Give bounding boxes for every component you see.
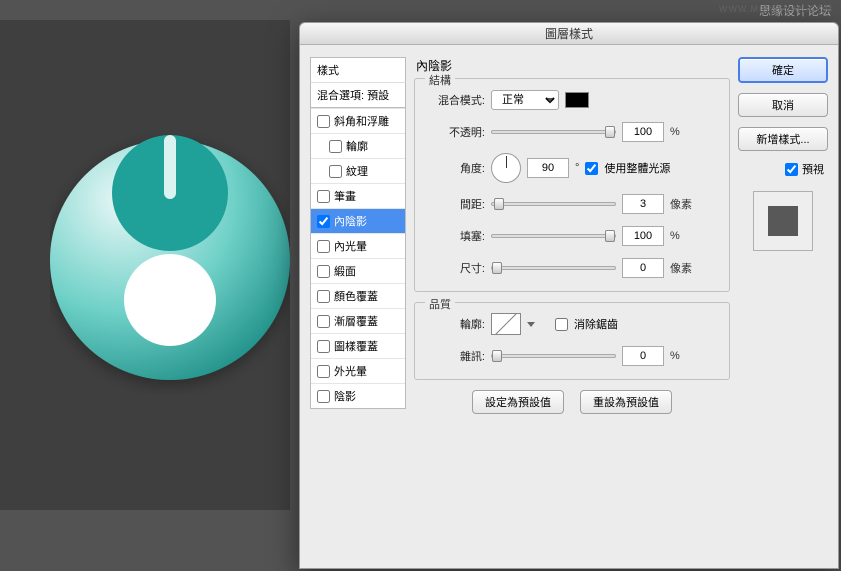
pct-unit3: %	[670, 350, 680, 362]
actions-column: 確定 取消 新增樣式... 預視	[738, 57, 828, 556]
preview-label: 預視	[802, 161, 824, 177]
cancel-button[interactable]: 取消	[738, 93, 828, 117]
panel-title: 內陰影	[414, 57, 730, 74]
opacity-slider[interactable]	[491, 130, 616, 134]
choke-input[interactable]	[622, 226, 664, 246]
new-style-button[interactable]: 新增樣式...	[738, 127, 828, 151]
angle-dial[interactable]	[491, 153, 521, 183]
angle-label: 角度:	[425, 160, 485, 176]
distance-label: 間距:	[425, 196, 485, 212]
artwork-preview	[50, 105, 290, 395]
contour-picker[interactable]	[491, 313, 521, 335]
structure-group-label: 結構	[425, 72, 455, 88]
effect-gradient-overlay[interactable]: 漸層覆蓋	[311, 308, 405, 333]
styles-sidebar: 樣式 混合選項: 預設 斜角和浮雕 輪廓 紋理 筆畫 內陰影 內光暈 緞面 顏色…	[310, 57, 406, 556]
opacity-input[interactable]	[622, 122, 664, 142]
effect-outer-glow-check[interactable]	[317, 365, 330, 378]
effect-drop-shadow-check[interactable]	[317, 390, 330, 403]
effects-list: 斜角和浮雕 輪廓 紋理 筆畫 內陰影 內光暈 緞面 顏色覆蓋 漸層覆蓋 圖樣覆蓋…	[310, 108, 406, 409]
choke-slider[interactable]	[491, 234, 616, 238]
effect-gradient-overlay-check[interactable]	[317, 315, 330, 328]
effect-inner-shadow[interactable]: 內陰影	[311, 208, 405, 233]
shadow-color-swatch[interactable]	[565, 92, 589, 108]
effect-satin[interactable]: 緞面	[311, 258, 405, 283]
settings-panel: 內陰影 結構 混合模式: 正常 不透明: % 角度:	[414, 57, 730, 556]
structure-group: 結構 混合模式: 正常 不透明: % 角度:	[414, 78, 730, 292]
preview-toggle[interactable]: 預視	[738, 161, 828, 177]
global-light-label: 使用整體光源	[604, 160, 670, 176]
blend-mode-label: 混合模式:	[425, 92, 485, 108]
watermark: WWW.MISSYUAN.COM	[719, 4, 833, 14]
size-input[interactable]	[622, 258, 664, 278]
effect-inner-shadow-check[interactable]	[317, 215, 330, 228]
px-unit2: 像素	[670, 260, 692, 276]
global-light-check[interactable]	[585, 162, 598, 175]
antialias-check[interactable]	[555, 318, 568, 331]
effect-bevel-check[interactable]	[317, 115, 330, 128]
effect-contour-check[interactable]	[329, 140, 342, 153]
quality-group: 品質 輪廓: 消除鋸齒 雜訊: %	[414, 302, 730, 380]
size-label: 尺寸:	[425, 260, 485, 276]
styles-heading: 樣式	[310, 57, 406, 82]
effect-contour[interactable]: 輪廓	[311, 133, 405, 158]
effect-pattern-overlay-check[interactable]	[317, 340, 330, 353]
reset-default-button[interactable]: 重設為預設值	[580, 390, 672, 414]
preview-check[interactable]	[785, 163, 798, 176]
px-unit: 像素	[670, 196, 692, 212]
effect-texture-check[interactable]	[329, 165, 342, 178]
chevron-down-icon[interactable]	[527, 322, 535, 327]
noise-label: 雜訊:	[425, 348, 485, 364]
preview-swatch	[768, 206, 798, 236]
effect-texture[interactable]: 紋理	[311, 158, 405, 183]
effect-outer-glow[interactable]: 外光暈	[311, 358, 405, 383]
blend-mode-select-wrap: 正常	[491, 90, 559, 110]
effect-drop-shadow[interactable]: 陰影	[311, 383, 405, 408]
effect-inner-glow-check[interactable]	[317, 240, 330, 253]
size-slider[interactable]	[491, 266, 616, 270]
effect-color-overlay[interactable]: 顏色覆蓋	[311, 283, 405, 308]
effect-stroke[interactable]: 筆畫	[311, 183, 405, 208]
layer-style-dialog: 圖層樣式 樣式 混合選項: 預設 斜角和浮雕 輪廓 紋理 筆畫 內陰影 內光暈 …	[299, 22, 839, 569]
dialog-title: 圖層樣式	[300, 23, 838, 45]
distance-input[interactable]	[622, 194, 664, 214]
blending-options-item[interactable]: 混合選項: 預設	[310, 82, 406, 108]
opacity-label: 不透明:	[425, 124, 485, 140]
contour-label: 輪廓:	[425, 316, 485, 332]
pct-unit: %	[670, 126, 680, 138]
antialias-label: 消除鋸齒	[574, 316, 618, 332]
pct-unit2: %	[670, 230, 680, 242]
blend-mode-select[interactable]: 正常	[491, 90, 559, 110]
ok-button[interactable]: 確定	[738, 57, 828, 83]
noise-slider[interactable]	[491, 354, 616, 358]
choke-label: 填塞:	[425, 228, 485, 244]
effect-bevel[interactable]: 斜角和浮雕	[311, 108, 405, 133]
effect-color-overlay-check[interactable]	[317, 290, 330, 303]
effect-pattern-overlay[interactable]: 圖樣覆蓋	[311, 333, 405, 358]
preview-thumbnail	[753, 191, 813, 251]
angle-input[interactable]	[527, 158, 569, 178]
effect-stroke-check[interactable]	[317, 190, 330, 203]
quality-group-label: 品質	[425, 296, 455, 312]
distance-slider[interactable]	[491, 202, 616, 206]
effect-satin-check[interactable]	[317, 265, 330, 278]
make-default-button[interactable]: 設定為預設值	[472, 390, 564, 414]
effect-inner-glow[interactable]: 內光暈	[311, 233, 405, 258]
noise-input[interactable]	[622, 346, 664, 366]
deg-unit: °	[575, 162, 579, 174]
